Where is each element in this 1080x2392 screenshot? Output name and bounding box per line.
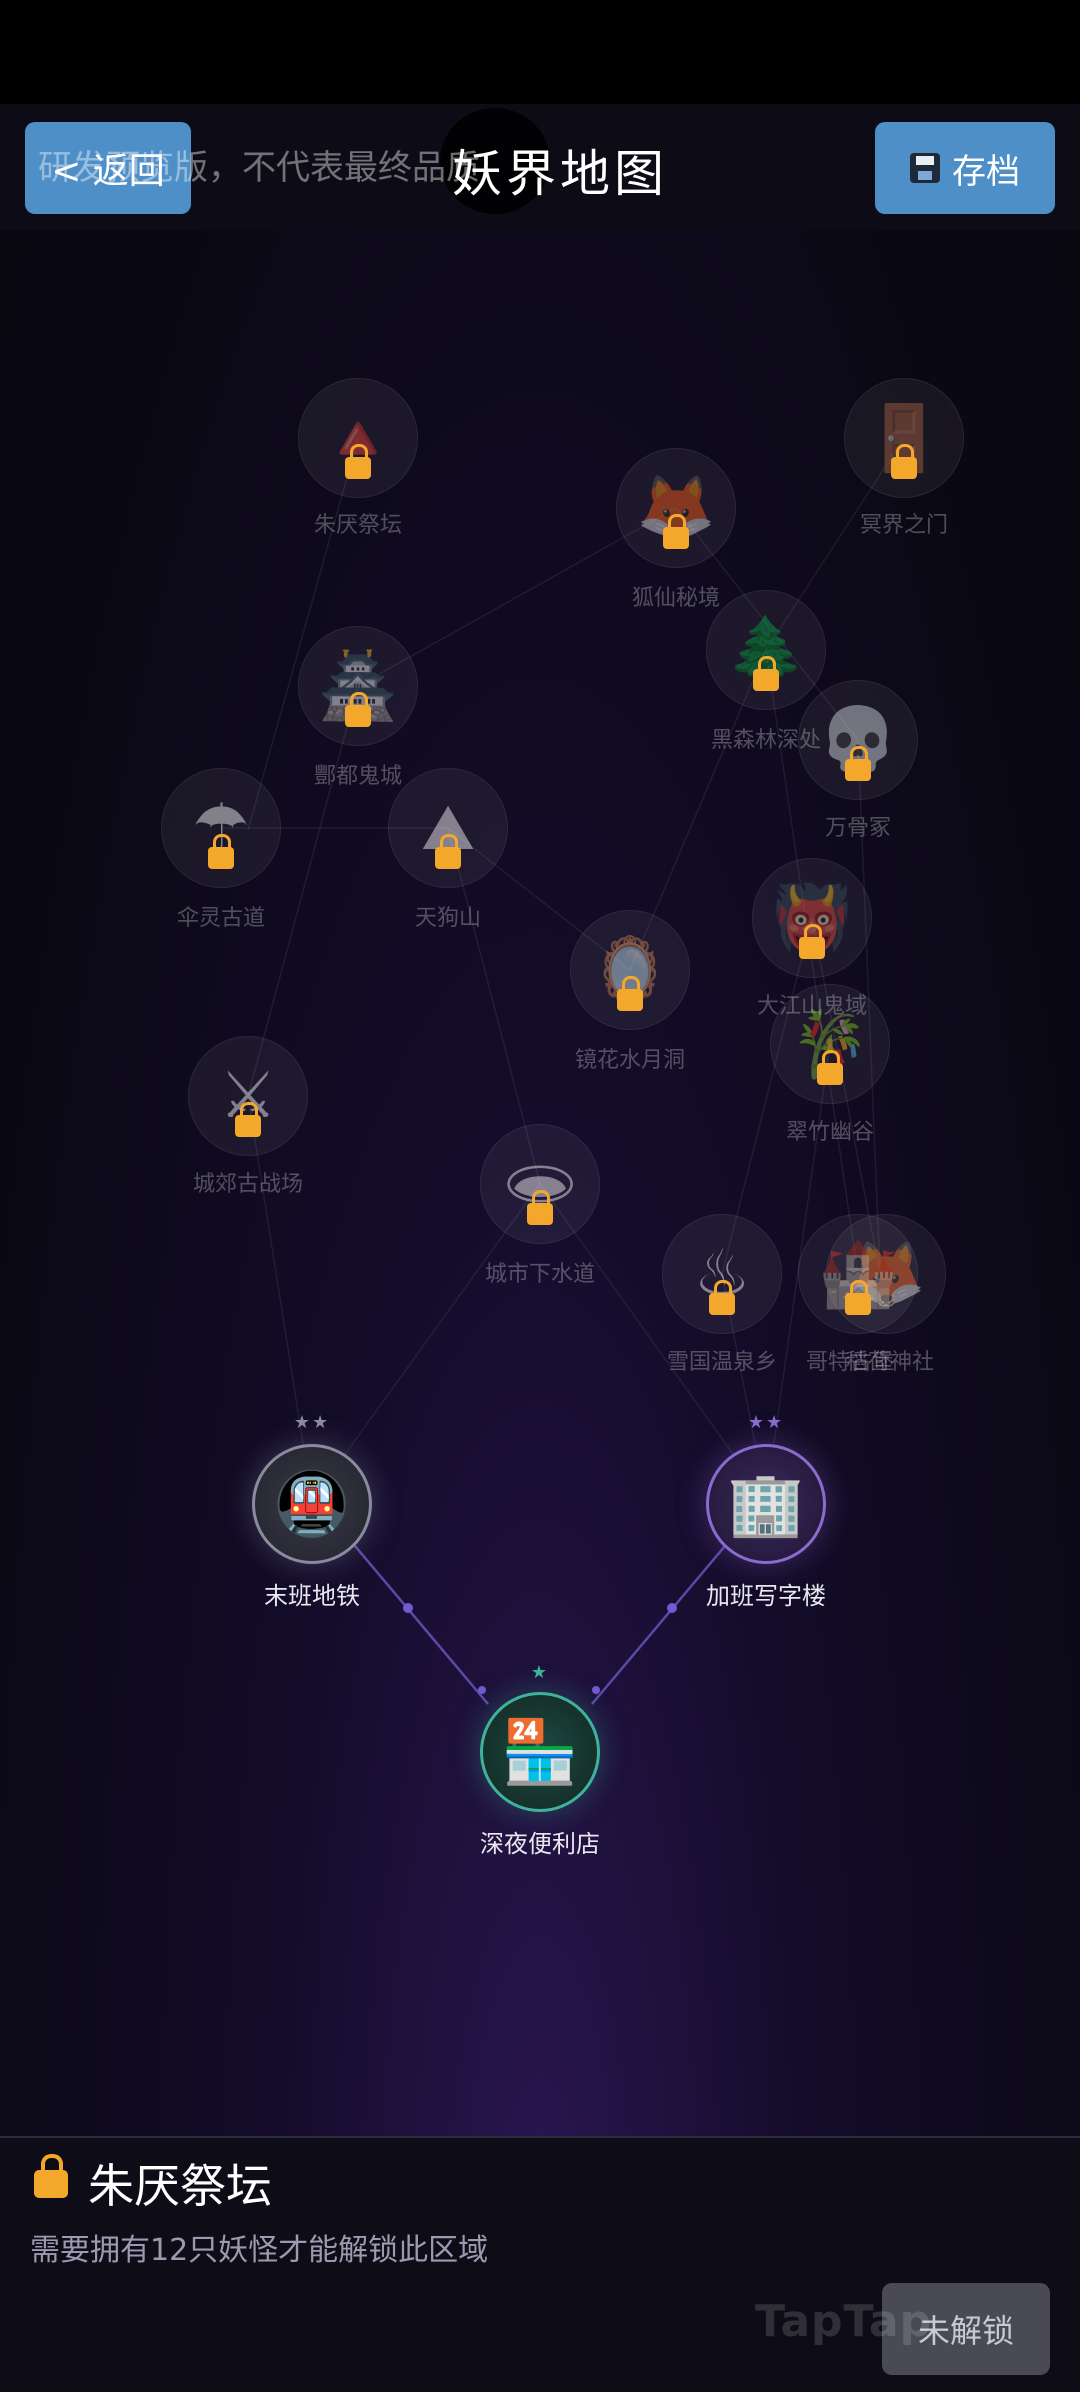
convenience-store-icon: 🏪	[501, 1715, 579, 1788]
link-line	[247, 1095, 313, 1501]
node-tiangou[interactable]: ⛰	[388, 768, 508, 888]
node-label: 末班地铁	[264, 1582, 360, 1610]
node-huxian[interactable]: 🦊	[616, 448, 736, 568]
manhole-icon: 🕳	[499, 1147, 581, 1222]
oni-mask-icon: 👹	[772, 881, 852, 956]
lock-icon	[845, 746, 871, 781]
node-label: 天狗山	[414, 906, 482, 931]
node-label: 镜花水月洞	[574, 1048, 686, 1073]
node-label: 伞灵古道	[176, 906, 266, 931]
altar-icon: 🔺	[318, 401, 398, 476]
lock-icon	[435, 834, 461, 869]
lock-icon	[345, 692, 371, 727]
node-mingjie[interactable]: 🚪	[844, 378, 964, 498]
node-label: 深夜便利店	[480, 1830, 600, 1858]
path-dot	[592, 1686, 600, 1694]
link-line	[591, 1539, 731, 1705]
lock-icon	[753, 656, 779, 691]
node-wangu[interactable]: 💀	[798, 680, 918, 800]
bamboo-icon: 🎋	[790, 1007, 870, 1082]
node-xueguo[interactable]: ♨	[662, 1214, 782, 1334]
pagoda-icon: 🏯	[318, 649, 398, 724]
star-rating: ★★	[747, 1412, 785, 1433]
train-icon: 🚇	[273, 1467, 351, 1540]
crossed-swords-icon: ⚔	[219, 1059, 277, 1133]
node-label: 加班写字楼	[706, 1582, 826, 1610]
node-office[interactable]: 🏢	[706, 1444, 826, 1564]
path-dot	[667, 1603, 677, 1613]
preview-watermark: 研发预览版，不代表最终品质	[38, 148, 480, 188]
node-sanling[interactable]: ☂	[161, 768, 281, 888]
path-dot	[403, 1603, 413, 1613]
node-dajiang[interactable]: 👹	[752, 858, 872, 978]
node-label: 城市下水道	[484, 1262, 596, 1287]
node-fengdu[interactable]: 🏯	[298, 626, 418, 746]
hot-spring-icon: ♨	[693, 1237, 751, 1311]
umbrella-icon: ☂	[192, 791, 250, 865]
floppy-disk-icon	[910, 153, 940, 183]
node-xiashui[interactable]: 🕳	[480, 1124, 600, 1244]
office-building-icon: 🏢	[727, 1467, 805, 1540]
node-label: 哥特古堡	[805, 1350, 895, 1375]
area-title: 朱厌祭坛	[88, 2159, 272, 2213]
castle-icon: 🏰	[818, 1237, 898, 1312]
node-label: 朱厌祭坛	[313, 513, 403, 538]
node-zhuyan[interactable]: 🔺	[298, 378, 418, 498]
lock-icon	[799, 924, 825, 959]
link-line	[349, 1539, 489, 1705]
area-requirement: 需要拥有12只妖怪才能解锁此区域	[30, 2233, 489, 2268]
node-label: 雪国温泉乡	[666, 1350, 778, 1375]
star-rating: ★	[530, 1662, 550, 1683]
lock-icon	[345, 444, 371, 479]
unlock-button-label: 未解锁	[917, 2312, 1014, 2350]
fox-icon: 🦊	[636, 471, 716, 546]
lock-icon	[617, 976, 643, 1011]
lock-icon	[34, 2154, 68, 2198]
lock-icon	[817, 1050, 843, 1085]
mountain-icon: ⛰	[421, 791, 475, 865]
node-label: 翠竹幽谷	[785, 1120, 875, 1145]
node-subway[interactable]: 🚇	[252, 1444, 372, 1564]
lock-icon	[663, 514, 689, 549]
node-label: 万骨冢	[824, 816, 892, 841]
node-jinghua[interactable]: 🪞	[570, 910, 690, 1030]
lock-icon	[845, 1280, 871, 1315]
node-chengjiao[interactable]: ⚔	[188, 1036, 308, 1156]
lock-icon	[891, 444, 917, 479]
lock-icon	[235, 1102, 261, 1137]
door-icon: 🚪	[864, 401, 944, 476]
mirror-icon: 🪞	[590, 933, 670, 1008]
taptap-watermark: TapTap	[755, 2296, 933, 2347]
node-label: 冥界之门	[859, 513, 949, 538]
path-dot	[478, 1686, 486, 1694]
node-label: 城郊古战场	[192, 1172, 304, 1197]
save-button-label: 存档	[952, 151, 1020, 192]
save-button[interactable]: 存档	[875, 122, 1055, 214]
lock-icon	[709, 1280, 735, 1315]
node-cuizhu[interactable]: 🎋	[770, 984, 890, 1104]
lock-icon	[208, 834, 234, 869]
link-line	[247, 685, 359, 1097]
node-store[interactable]: 🏪	[480, 1692, 600, 1812]
lock-icon	[527, 1190, 553, 1225]
star-rating: ★★	[293, 1412, 331, 1433]
skull-icon: 💀	[818, 703, 898, 778]
node-gete[interactable]: 🏰	[798, 1214, 918, 1334]
